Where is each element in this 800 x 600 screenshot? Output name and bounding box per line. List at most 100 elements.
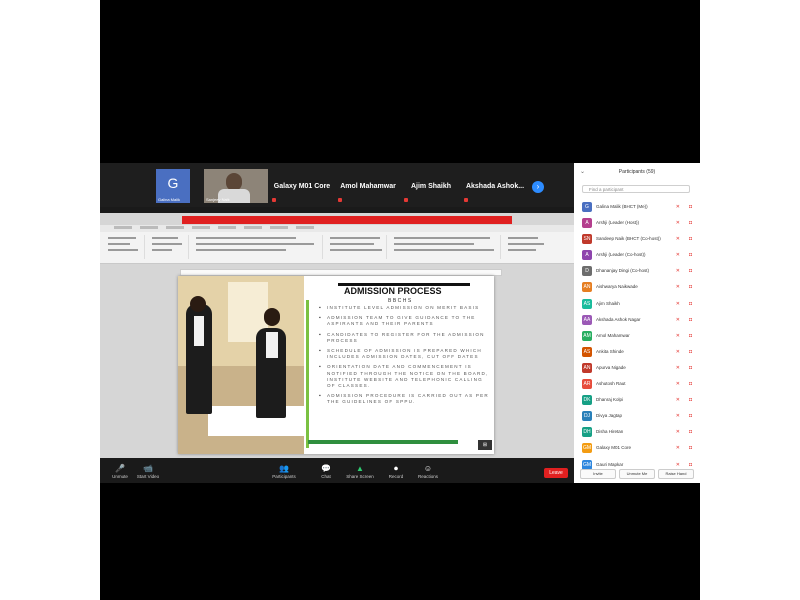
button-label: Chat — [321, 474, 331, 479]
panel-footer: Invite Unmute Me Raise Hand — [580, 469, 694, 479]
participant-row[interactable]: DJ Divya Jagtap ✕ ◘ — [580, 408, 694, 424]
participant-name: Apurva Nigade — [596, 364, 626, 370]
video-off-icon[interactable]: ◘ — [689, 333, 692, 339]
video-strip: G Galina Malik Sanjeev Naik Galaxy M01 C… — [100, 163, 574, 207]
participant-avatar: AN — [582, 362, 592, 373]
invite-button[interactable]: Invite — [580, 469, 616, 479]
muted-mic-icon[interactable]: ✕ — [676, 252, 680, 258]
muted-mic-icon[interactable]: ✕ — [676, 268, 680, 274]
participant-row[interactable]: AN Apurva Nigade ✕ ◘ — [580, 360, 694, 376]
muted-mic-icon[interactable]: ✕ — [676, 445, 680, 451]
muted-mic-icon[interactable]: ✕ — [676, 381, 680, 387]
presentation-slide: ADMISSION PROCESS BBCHS Institute level … — [178, 276, 494, 454]
participant-row[interactable]: A Arshji (Leader (Co-host)) ✕ ◘ — [580, 247, 694, 263]
slide-bullets: Institute level admission on merit basis… — [319, 305, 491, 410]
participant-row[interactable]: DH Disha Hiretan ✕ ◘ — [580, 424, 694, 440]
video-tile-camera[interactable]: Sanjeev Naik — [204, 169, 268, 203]
video-off-icon[interactable]: ◘ — [689, 236, 692, 242]
participant-row[interactable]: AS Ankita Shinde ✕ ◘ — [580, 344, 694, 360]
participant-list: G Galina Malik (BHCT (Me)) ✕ ◘ A Arshji (Lead… — [580, 199, 694, 473]
video-tile-avatar[interactable]: G Galina Malik — [156, 169, 190, 203]
ribbon-group — [390, 235, 501, 259]
muted-mic-icon[interactable]: ✕ — [676, 204, 680, 210]
panel-title: Participants (59) — [618, 169, 656, 175]
video-camera-icon: 📹 — [143, 464, 153, 473]
participant-name: Ankita Shinde — [596, 348, 624, 354]
button-label: Reactions — [417, 474, 438, 479]
muted-mic-icon[interactable]: ✕ — [676, 301, 680, 307]
muted-mic-icon — [272, 198, 276, 202]
video-off-icon[interactable]: ◘ — [689, 429, 692, 435]
participant-row[interactable]: DK Dhanraj Kolpi ✕ ◘ — [580, 392, 694, 408]
participants-panel: ⌄ Participants (59) Find a participant G… — [574, 163, 700, 483]
participant-row[interactable]: AR Ashutosh Raut ✕ ◘ — [580, 376, 694, 392]
unmute-me-button[interactable]: Unmute Me — [619, 469, 655, 479]
reactions-button[interactable]: ☺ Reactions — [408, 465, 448, 480]
video-off-icon[interactable]: ◘ — [689, 268, 692, 274]
bullet-item: Schedule of admission is prepared which … — [319, 348, 491, 360]
muted-mic-icon[interactable]: ✕ — [676, 397, 680, 403]
video-tile-name[interactable]: Amol Mahamwar — [336, 169, 400, 203]
video-off-icon[interactable]: ◘ — [689, 381, 692, 387]
video-off-icon[interactable]: ◘ — [689, 317, 692, 323]
muted-mic-icon[interactable]: ✕ — [676, 429, 680, 435]
raise-hand-button[interactable]: Raise Hand — [658, 469, 694, 479]
participant-row[interactable]: SN Sandeep Naik (BHCT (Co-host)) ✕ ◘ — [580, 231, 694, 247]
button-label: Unmute — [112, 474, 128, 479]
participant-name: Galina Malik (BHCT (Me)) — [596, 204, 648, 209]
muted-mic-icon[interactable]: ✕ — [676, 462, 680, 468]
video-off-icon[interactable]: ◘ — [689, 445, 692, 451]
muted-mic-icon[interactable]: ✕ — [676, 317, 680, 323]
video-off-icon[interactable]: ◘ — [689, 413, 692, 419]
video-off-icon[interactable]: ◘ — [689, 252, 692, 258]
share-screen-button[interactable]: ▲ Share Screen — [340, 464, 380, 480]
video-off-icon[interactable]: ◘ — [689, 462, 692, 468]
video-off-icon[interactable]: ◘ — [689, 301, 692, 307]
muted-mic-icon[interactable]: ✕ — [676, 333, 680, 339]
shared-screen: ADMISSION PROCESS BBCHS Institute level … — [100, 213, 574, 458]
muted-mic-icon[interactable]: ✕ — [676, 284, 680, 290]
participant-name: Ajim Shaikh — [596, 300, 620, 306]
video-off-icon[interactable]: ◘ — [689, 397, 692, 403]
green-accent-line — [306, 300, 309, 448]
participant-name: Ajim Shaikh — [410, 183, 452, 190]
participant-row[interactable]: AA Akshada Ashok Nagar ✕ ◘ — [580, 312, 694, 328]
muted-mic-icon[interactable]: ✕ — [676, 413, 680, 419]
video-off-icon[interactable]: ◘ — [689, 204, 692, 210]
muted-mic-icon[interactable]: ✕ — [676, 236, 680, 242]
participant-row[interactable]: AN Aishwarya Naikwade ✕ ◘ — [580, 279, 694, 295]
start-video-button[interactable]: 📹 Start Video — [128, 464, 168, 480]
participant-row[interactable]: G Galina Malik (BHCT (Me)) ✕ ◘ — [580, 199, 694, 215]
leave-button[interactable]: Leave — [544, 468, 568, 478]
participant-row[interactable]: AM Amol Mahamwar ✕ ◘ — [580, 328, 694, 344]
participants-button[interactable]: 👥 Participants — [264, 465, 304, 480]
participant-avatar: A — [582, 218, 592, 229]
video-tile-name[interactable]: Ajim Shaikh — [402, 169, 460, 203]
next-page-arrow-icon[interactable]: › — [532, 181, 544, 193]
participant-row[interactable]: GM Galaxy M01 Core ✕ ◘ — [580, 440, 694, 456]
bullet-item: Admission team to give guidance to the a… — [319, 315, 491, 327]
button-label: Record — [388, 474, 404, 479]
screen-share-banner[interactable] — [182, 216, 512, 224]
participant-row[interactable]: A Arshji (Leader (Host)) ✕ ◘ — [580, 215, 694, 231]
muted-mic-icon[interactable]: ✕ — [676, 220, 680, 226]
participant-row[interactable]: D Dhananjay Dingi (Co-host) ✕ ◘ — [580, 263, 694, 279]
participant-name: Ashutosh Raut — [596, 381, 626, 387]
participant-search-input[interactable]: Find a participant — [582, 185, 690, 193]
muted-mic-icon[interactable]: ✕ — [676, 349, 680, 355]
video-off-icon[interactable]: ◘ — [689, 349, 692, 355]
muted-mic-icon[interactable]: ✕ — [676, 365, 680, 371]
button-label: Participants — [272, 474, 296, 479]
video-tile-name[interactable]: Akshada Ashok... — [462, 169, 528, 203]
participant-name: Amol Mahamwar — [340, 183, 396, 190]
video-off-icon[interactable]: ◘ — [689, 284, 692, 290]
share-screen-icon: ▲ — [356, 464, 364, 473]
video-off-icon[interactable]: ◘ — [689, 220, 692, 226]
participant-avatar: AS — [582, 346, 592, 357]
participant-name: Divya Jagtap — [596, 413, 623, 419]
video-off-icon[interactable]: ◘ — [689, 365, 692, 371]
video-tile-name[interactable]: Galaxy M01 Core — [270, 169, 334, 203]
participant-avatar: A — [582, 250, 592, 261]
participant-row[interactable]: AS Ajim Shaikh ✕ ◘ — [580, 296, 694, 312]
ribbon-tabs — [100, 225, 574, 232]
